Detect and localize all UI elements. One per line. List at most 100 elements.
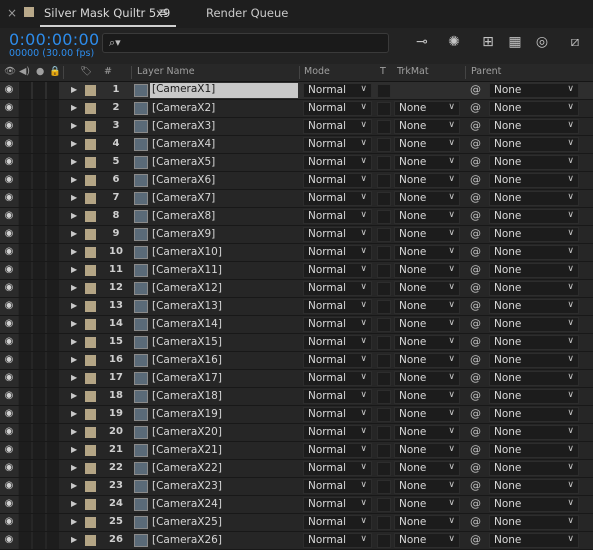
mode-dropdown[interactable]: Normal ∨: [303, 353, 372, 368]
expand-triangle-icon[interactable]: ▶: [71, 481, 77, 490]
video-switch[interactable]: ◉: [0, 262, 18, 279]
parent-pick-whip-icon[interactable]: @: [470, 389, 481, 402]
video-switch[interactable]: ◉: [0, 406, 18, 423]
parent-dropdown[interactable]: None ∨: [489, 389, 579, 404]
lock-switch[interactable]: [47, 370, 59, 387]
label-color-swatch[interactable]: [85, 517, 96, 528]
solo-switch[interactable]: [33, 478, 45, 495]
preserve-transparency-checkbox[interactable]: [377, 318, 391, 332]
parent-dropdown[interactable]: None ∨: [489, 263, 579, 278]
eye-icon[interactable]: ◉: [4, 139, 14, 149]
label-color-swatch[interactable]: [85, 463, 96, 474]
mode-dropdown[interactable]: Normal ∨: [303, 389, 372, 404]
trkmat-dropdown[interactable]: None ∨: [394, 479, 460, 494]
eye-icon[interactable]: ◉: [4, 319, 14, 329]
layer-name[interactable]: [CameraX26]: [152, 534, 222, 546]
eye-icon[interactable]: ◉: [4, 499, 14, 509]
trkmat-dropdown[interactable]: None ∨: [394, 533, 460, 548]
audio-switch[interactable]: [19, 154, 31, 171]
expand-triangle-icon[interactable]: ▶: [71, 445, 77, 454]
mode-dropdown[interactable]: Normal ∨: [303, 83, 372, 98]
trkmat-dropdown[interactable]: None ∨: [394, 497, 460, 512]
parent-dropdown[interactable]: None ∨: [489, 335, 579, 350]
expand-triangle-icon[interactable]: ▶: [71, 319, 77, 328]
mode-dropdown[interactable]: Normal ∨: [303, 443, 372, 458]
parent-pick-whip-icon[interactable]: @: [470, 443, 481, 456]
parent-pick-whip-icon[interactable]: @: [470, 245, 481, 258]
expand-triangle-icon[interactable]: ▶: [71, 535, 77, 544]
audio-switch[interactable]: [19, 100, 31, 117]
current-time-display[interactable]: 0:00:00:00: [9, 30, 99, 49]
expand-triangle-icon[interactable]: ▶: [71, 265, 77, 274]
preserve-transparency-checkbox[interactable]: [377, 336, 391, 350]
parent-dropdown[interactable]: None ∨: [489, 119, 579, 134]
label-color-swatch[interactable]: [85, 139, 96, 150]
parent-pick-whip-icon[interactable]: @: [470, 461, 481, 474]
parent-pick-whip-icon[interactable]: @: [470, 83, 481, 96]
parent-dropdown[interactable]: None ∨: [489, 191, 579, 206]
mode-dropdown[interactable]: Normal ∨: [303, 515, 372, 530]
layer-row[interactable]: ◉ ▶ 21 [CameraX21] Normal ∨ None ∨ @ Non…: [0, 442, 593, 460]
eye-icon[interactable]: ◉: [4, 157, 14, 167]
audio-switch[interactable]: [19, 262, 31, 279]
expand-triangle-icon[interactable]: ▶: [71, 409, 77, 418]
lock-switch[interactable]: [47, 442, 59, 459]
lock-switch[interactable]: [47, 118, 59, 135]
preserve-transparency-checkbox[interactable]: [377, 246, 391, 260]
eye-icon[interactable]: ◉: [4, 103, 14, 113]
preserve-transparency-checkbox[interactable]: [377, 210, 391, 224]
layer-name[interactable]: [CameraX19]: [152, 408, 222, 420]
video-switch[interactable]: ◉: [0, 352, 18, 369]
trkmat-dropdown[interactable]: None ∨: [394, 299, 460, 314]
trkmat-dropdown[interactable]: None ∨: [394, 209, 460, 224]
label-color-swatch[interactable]: [85, 499, 96, 510]
layer-row[interactable]: ◉ ▶ 12 [CameraX12] Normal ∨ None ∨ @ Non…: [0, 280, 593, 298]
frame-blending-icon[interactable]: ▦: [505, 34, 525, 52]
eye-icon[interactable]: ◉: [4, 121, 14, 131]
preserve-transparency-checkbox[interactable]: [377, 174, 391, 188]
lock-switch[interactable]: [47, 388, 59, 405]
expand-triangle-icon[interactable]: ▶: [71, 157, 77, 166]
solo-switch[interactable]: [33, 442, 45, 459]
audio-switch[interactable]: [19, 442, 31, 459]
parent-dropdown[interactable]: None ∨: [489, 245, 579, 260]
eye-icon[interactable]: ◉: [4, 175, 14, 185]
mode-dropdown[interactable]: Normal ∨: [303, 191, 372, 206]
trkmat-dropdown[interactable]: None ∨: [394, 227, 460, 242]
mode-dropdown[interactable]: Normal ∨: [303, 425, 372, 440]
layer-name[interactable]: [CameraX17]: [152, 372, 222, 384]
preserve-transparency-checkbox[interactable]: [377, 300, 391, 314]
parent-pick-whip-icon[interactable]: @: [470, 479, 481, 492]
lock-switch[interactable]: [47, 352, 59, 369]
mode-dropdown[interactable]: Normal ∨: [303, 461, 372, 476]
parent-pick-whip-icon[interactable]: @: [470, 299, 481, 312]
lock-switch[interactable]: [47, 514, 59, 531]
expand-triangle-icon[interactable]: ▶: [71, 229, 77, 238]
preserve-transparency-checkbox[interactable]: [377, 444, 391, 458]
layer-name[interactable]: [CameraX16]: [152, 354, 222, 366]
video-switch[interactable]: ◉: [0, 118, 18, 135]
column-t[interactable]: T: [380, 66, 386, 77]
expand-triangle-icon[interactable]: ▶: [71, 373, 77, 382]
layer-name[interactable]: [CameraX23]: [152, 480, 222, 492]
video-switch[interactable]: ◉: [0, 496, 18, 513]
layer-name[interactable]: [CameraX24]: [152, 498, 222, 510]
video-switch[interactable]: ◉: [0, 316, 18, 333]
layer-row[interactable]: ◉ ▶ 18 [CameraX18] Normal ∨ None ∨ @ Non…: [0, 388, 593, 406]
trkmat-dropdown[interactable]: None ∨: [394, 281, 460, 296]
audio-switch[interactable]: [19, 406, 31, 423]
audio-switch[interactable]: [19, 298, 31, 315]
audio-switch[interactable]: [19, 226, 31, 243]
parent-pick-whip-icon[interactable]: @: [470, 209, 481, 222]
layer-row[interactable]: ◉ ▶ 22 [CameraX22] Normal ∨ None ∨ @ Non…: [0, 460, 593, 478]
parent-dropdown[interactable]: None ∨: [489, 281, 579, 296]
audio-switch[interactable]: [19, 352, 31, 369]
video-switch[interactable]: ◉: [0, 460, 18, 477]
layer-row[interactable]: ◉ ▶ 11 [CameraX11] Normal ∨ None ∨ @ Non…: [0, 262, 593, 280]
eye-icon[interactable]: ◉: [4, 445, 14, 455]
column-mode[interactable]: Mode: [304, 66, 330, 77]
parent-pick-whip-icon[interactable]: @: [470, 425, 481, 438]
mode-dropdown[interactable]: Normal ∨: [303, 533, 372, 548]
layer-name[interactable]: [CameraX4]: [152, 138, 215, 150]
label-color-swatch[interactable]: [85, 175, 96, 186]
